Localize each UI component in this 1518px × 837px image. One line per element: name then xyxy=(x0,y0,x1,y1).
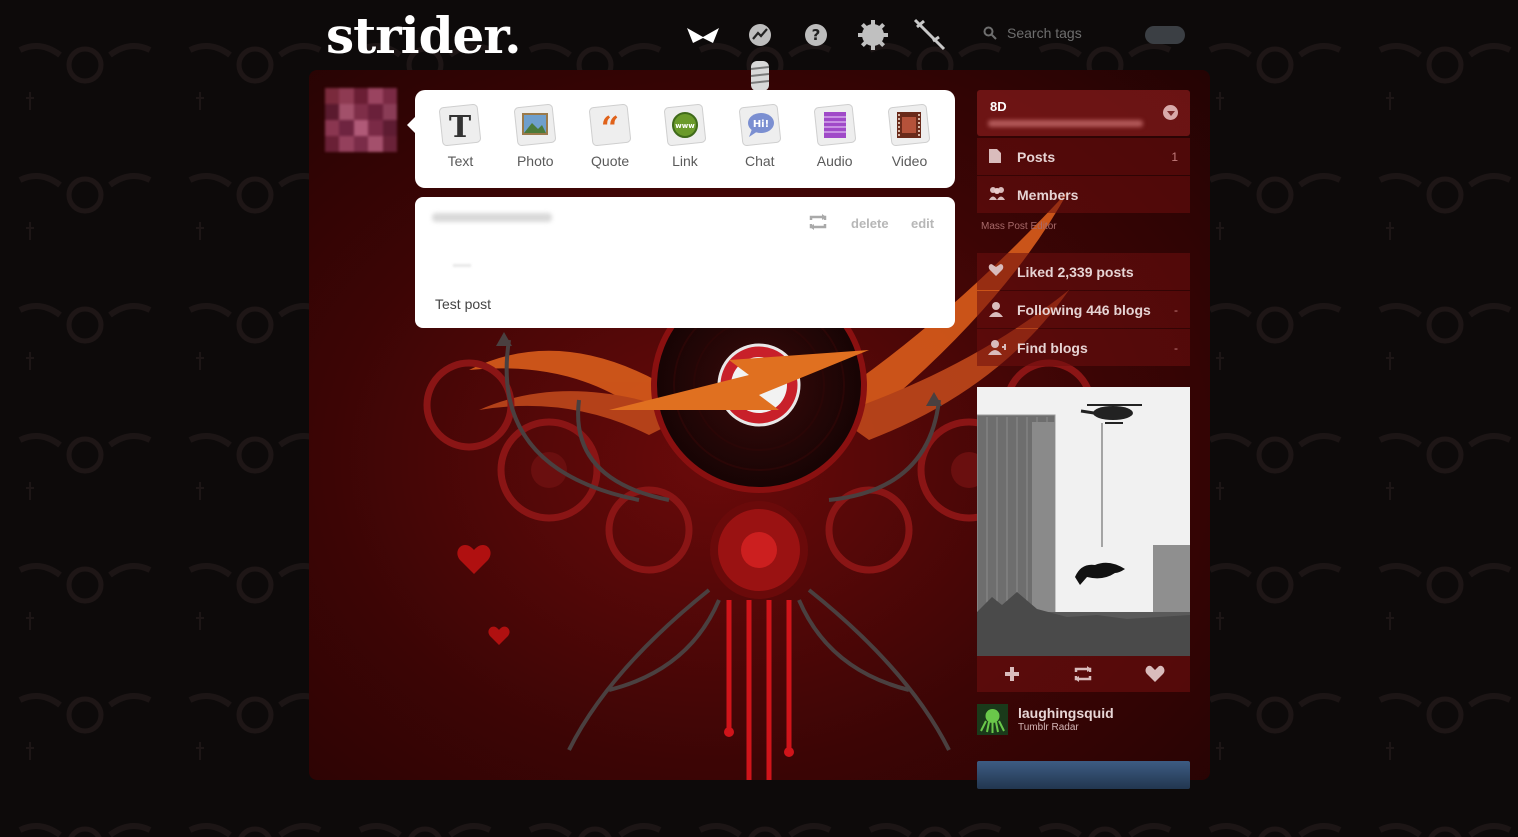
post-body: Test post xyxy=(435,296,492,312)
find-blogs-icon xyxy=(988,339,1006,355)
search-icon xyxy=(983,26,997,40)
posts-icon xyxy=(989,148,1001,163)
post-type-label: Chat xyxy=(745,153,775,169)
audio-post-icon xyxy=(813,104,856,146)
post-card: delete edit Test post xyxy=(415,197,955,328)
tag-search xyxy=(983,24,1139,42)
bolt-decoration xyxy=(750,61,770,91)
search-toggle[interactable] xyxy=(1145,26,1185,44)
post-type-label: Audio xyxy=(816,153,853,169)
radar-image xyxy=(977,387,1190,656)
svg-text:T: T xyxy=(449,110,472,145)
chevron-down-icon[interactable] xyxy=(1163,105,1178,120)
svg-text:www: www xyxy=(675,122,695,130)
svg-text:?: ? xyxy=(812,26,821,44)
user-avatar[interactable] xyxy=(325,88,397,152)
svg-text:Hi!: Hi! xyxy=(753,119,769,130)
text-post-icon: T xyxy=(439,104,482,146)
sidebar-item-find-blogs[interactable]: Find blogs - xyxy=(977,329,1190,366)
person-icon xyxy=(989,301,1003,317)
reblog-icon[interactable] xyxy=(1072,665,1094,683)
sidebar-item-liked[interactable]: Liked 2,339 posts xyxy=(977,253,1190,290)
search-input[interactable] xyxy=(1005,24,1139,42)
mass-post-editor-link[interactable]: Mass Post Editor xyxy=(981,221,1057,232)
post-type-link[interactable]: www Link xyxy=(650,90,720,169)
video-post-icon xyxy=(888,104,931,146)
find-blogs-dash: - xyxy=(1174,340,1178,355)
radar-actions xyxy=(977,656,1190,692)
radar-user: laughingsquid Tumblr Radar xyxy=(977,704,1114,735)
post-type-bar: T Text Photo “ Quote www Link Hi! Chat A… xyxy=(407,90,955,188)
post-type-video[interactable]: Video xyxy=(874,90,944,169)
posts-count: 1 xyxy=(1171,149,1178,164)
sidebar-item-label: Posts xyxy=(1017,148,1056,165)
reblog-icon[interactable] xyxy=(807,213,829,231)
sidebar-item-label: Following 446 blogs xyxy=(1017,301,1151,318)
explore-icon[interactable] xyxy=(748,23,772,47)
plus-icon[interactable] xyxy=(1003,665,1021,683)
radar-username[interactable]: laughingsquid xyxy=(1018,705,1114,721)
link-post-icon: www xyxy=(663,104,706,146)
post-type-label: Link xyxy=(672,153,698,169)
post-type-quote[interactable]: “ Quote xyxy=(575,90,645,169)
edit-button[interactable]: edit xyxy=(911,216,934,231)
radar-source: Tumblr Radar xyxy=(1018,721,1079,733)
chat-post-icon: Hi! xyxy=(738,104,781,146)
sidebar-item-members[interactable]: Members xyxy=(977,176,1190,213)
quote-post-icon: “ xyxy=(589,104,632,147)
photo-post-icon xyxy=(514,104,557,146)
help-icon[interactable]: ? xyxy=(804,23,828,47)
like-heart-icon[interactable] xyxy=(1145,665,1165,683)
members-icon xyxy=(989,186,1005,200)
dashboard-icon[interactable] xyxy=(686,24,720,46)
logout-icon[interactable] xyxy=(912,17,948,53)
following-dash: - xyxy=(1174,302,1178,317)
post-type-audio[interactable]: Audio xyxy=(800,90,870,169)
post-type-label: Video xyxy=(891,153,928,169)
delete-button[interactable]: delete xyxy=(851,216,889,231)
site-logo[interactable]: strider. xyxy=(326,8,522,64)
settings-icon[interactable] xyxy=(857,19,889,51)
radar-user-avatar[interactable] xyxy=(977,704,1008,735)
sidebar-item-posts[interactable]: Posts 1 xyxy=(977,138,1190,175)
post-meta-blurred xyxy=(453,264,471,267)
sidebar-item-label: Members xyxy=(1017,186,1079,203)
post-type-chat[interactable]: Hi! Chat xyxy=(725,90,795,169)
post-author-blurred[interactable] xyxy=(432,213,552,222)
post-type-photo[interactable]: Photo xyxy=(500,90,570,169)
heart-icon xyxy=(988,263,1004,276)
post-type-label: Photo xyxy=(516,153,554,169)
next-radar-item xyxy=(977,761,1190,789)
post-type-label: Quote xyxy=(591,153,630,169)
blog-name: 8D xyxy=(990,99,1007,114)
sidebar-item-label: Liked 2,339 posts xyxy=(1017,263,1134,280)
svg-text:“: “ xyxy=(601,109,619,147)
post-type-text[interactable]: T Text xyxy=(425,90,495,169)
blog-url-blurred xyxy=(988,120,1143,127)
sidebar-item-following[interactable]: Following 446 blogs - xyxy=(977,291,1190,328)
blog-selector[interactable]: 8D xyxy=(977,90,1190,136)
sidebar-item-label: Find blogs xyxy=(1017,339,1088,356)
post-type-label: Text xyxy=(447,153,474,169)
radar-photo[interactable] xyxy=(977,387,1190,656)
